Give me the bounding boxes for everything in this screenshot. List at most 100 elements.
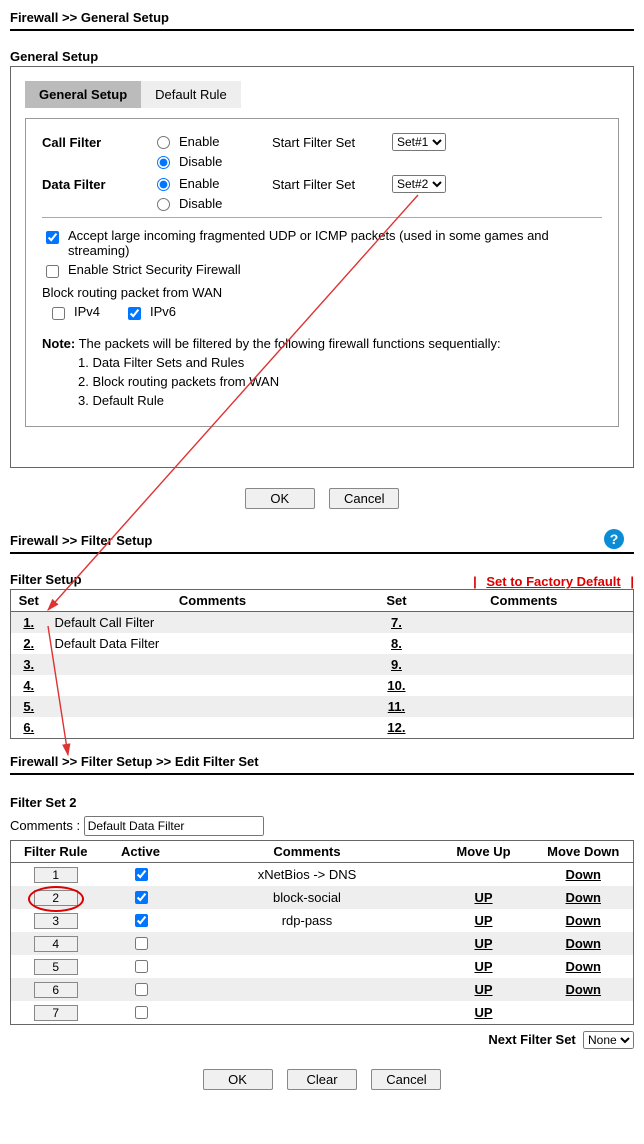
factory-default-link[interactable]: Set to Factory Default xyxy=(480,574,626,589)
call-start-filter-select[interactable]: Set#1Set#2 xyxy=(392,133,446,151)
bc-sep: >> xyxy=(62,10,77,25)
data-start-filter-select[interactable]: Set#1Set#2 xyxy=(392,175,446,193)
filter-rules-table: Filter Rule Active Comments Move Up Move… xyxy=(10,840,634,1025)
table-row: 1. Default Call Filter 7. xyxy=(11,612,634,634)
active-checkbox[interactable] xyxy=(135,868,148,881)
data-filter-enable[interactable]: Enable xyxy=(152,175,272,191)
set-comment xyxy=(47,717,379,739)
call-filter-row: Call Filter Enable Disable Start Filter … xyxy=(42,133,602,169)
note-text: The packets will be filtered by the foll… xyxy=(79,336,501,351)
filter-rule-button[interactable]: 6 xyxy=(34,982,78,998)
next-filter-set-label: Next Filter Set xyxy=(488,1032,575,1047)
table-row: 3rdp-passUPDown xyxy=(11,909,634,932)
active-checkbox[interactable] xyxy=(135,914,148,927)
table-row: 5. 11. xyxy=(11,696,634,717)
strict-checkbox[interactable] xyxy=(46,265,59,278)
set-link[interactable]: 1. xyxy=(23,615,34,630)
ok-button[interactable]: OK xyxy=(245,488,315,509)
col-set: Set xyxy=(11,590,47,612)
move-up-link[interactable]: UP xyxy=(474,959,492,974)
move-down-link[interactable]: Down xyxy=(566,913,601,928)
data-filter-disable[interactable]: Disable xyxy=(152,195,272,211)
active-checkbox[interactable] xyxy=(135,1006,148,1019)
next-filter-set-select[interactable]: None xyxy=(583,1031,634,1049)
active-checkbox[interactable] xyxy=(135,983,148,996)
col-comments2: Comments xyxy=(414,590,633,612)
set-link[interactable]: 10. xyxy=(387,678,405,693)
filter-rule-button[interactable]: 2 xyxy=(34,890,78,906)
move-up-link[interactable]: UP xyxy=(474,1005,492,1020)
move-up-link[interactable]: UP xyxy=(474,890,492,905)
comments-row: Comments : xyxy=(10,816,634,836)
move-down-link[interactable]: Down xyxy=(566,982,601,997)
move-down-link[interactable]: Down xyxy=(566,890,601,905)
move-up-link[interactable]: UP xyxy=(474,936,492,951)
set-link[interactable]: 3. xyxy=(23,657,34,672)
accept-udp-row: Accept large incoming fragmented UDP or … xyxy=(42,228,602,258)
block-routing-options: IPv4 IPv6 xyxy=(48,304,602,323)
filter-rule-button[interactable]: 4 xyxy=(34,936,78,952)
breadcrumb-general: Firewall >> General Setup xyxy=(10,10,634,25)
set-comment xyxy=(47,654,379,675)
move-down-link[interactable]: Down xyxy=(566,959,601,974)
set-comment xyxy=(414,717,633,739)
set-comment xyxy=(414,675,633,696)
set-link[interactable]: 7. xyxy=(391,615,402,630)
cancel-button[interactable]: Cancel xyxy=(329,488,399,509)
set-comment: Default Data Filter xyxy=(47,633,379,654)
accept-udp-checkbox[interactable] xyxy=(46,231,59,244)
rule-comment xyxy=(181,955,434,978)
active-checkbox[interactable] xyxy=(135,960,148,973)
ipv6-checkbox[interactable] xyxy=(128,307,141,320)
breadcrumb-filter-setup: Firewall >> Filter Setup xyxy=(10,533,634,548)
set-link[interactable]: 9. xyxy=(391,657,402,672)
call-filter-enable[interactable]: Enable xyxy=(152,133,272,149)
tab-default-rule[interactable]: Default Rule xyxy=(141,81,241,108)
strict-label: Enable Strict Security Firewall xyxy=(68,262,241,277)
filter-rule-button[interactable]: 3 xyxy=(34,913,78,929)
filter-set-table: Set Comments Set Comments 1.Default Call… xyxy=(10,589,634,739)
table-row: 5 UP Down xyxy=(11,955,634,978)
filter-rule-button[interactable]: 1 xyxy=(34,867,78,883)
set-link[interactable]: 11. xyxy=(388,699,405,714)
ipv4-label: IPv4 xyxy=(74,304,100,319)
clear-button[interactable]: Clear xyxy=(287,1069,357,1090)
set-link[interactable]: 12. xyxy=(387,720,405,735)
filter-rule-button[interactable]: 7 xyxy=(34,1005,78,1021)
block-routing-label: Block routing packet from WAN xyxy=(42,285,602,300)
note-step-2: 2. Block routing packets from WAN xyxy=(78,373,602,392)
divider xyxy=(10,552,634,554)
call-filter-disable[interactable]: Disable xyxy=(152,153,272,169)
move-down-link[interactable]: Down xyxy=(566,936,601,951)
set-link[interactable]: 5. xyxy=(23,699,34,714)
cancel-button[interactable]: Cancel xyxy=(371,1069,441,1090)
general-setup-inner: Call Filter Enable Disable Start Filter … xyxy=(25,118,619,427)
table-row: 6 UP Down xyxy=(11,978,634,1001)
breadcrumb-edit-filter-set: Firewall >> Filter Setup >> Edit Filter … xyxy=(10,754,634,769)
set-comment: Default Call Filter xyxy=(47,612,379,634)
move-up-link[interactable]: UP xyxy=(474,982,492,997)
table-row: 3. 9. xyxy=(11,654,634,675)
filter-rule-button[interactable]: 5 xyxy=(34,959,78,975)
move-down-link[interactable]: Down xyxy=(566,867,601,882)
edit-buttons: OK Clear Cancel xyxy=(10,1069,634,1090)
set-link[interactable]: 2. xyxy=(23,636,34,651)
comments-label: Comments : xyxy=(10,818,80,833)
move-up-link[interactable]: UP xyxy=(474,913,492,928)
set-link[interactable]: 4. xyxy=(23,678,34,693)
set-link[interactable]: 6. xyxy=(23,720,34,735)
data-filter-label: Data Filter xyxy=(42,175,152,192)
col-filter-rule: Filter Rule xyxy=(11,841,101,863)
table-row: 4 UP Down xyxy=(11,932,634,955)
rule-comment: xNetBios -> DNS xyxy=(181,863,434,887)
set-link[interactable]: 8. xyxy=(391,636,402,651)
filter-setup-title: Filter Setup xyxy=(10,572,82,587)
active-checkbox[interactable] xyxy=(135,891,148,904)
ipv4-checkbox[interactable] xyxy=(52,307,65,320)
set-comment xyxy=(414,633,633,654)
active-checkbox[interactable] xyxy=(135,937,148,950)
ok-button[interactable]: OK xyxy=(203,1069,273,1090)
tab-general-setup[interactable]: General Setup xyxy=(25,81,141,108)
comments-input[interactable] xyxy=(84,816,264,836)
table-row: 7 UP xyxy=(11,1001,634,1025)
